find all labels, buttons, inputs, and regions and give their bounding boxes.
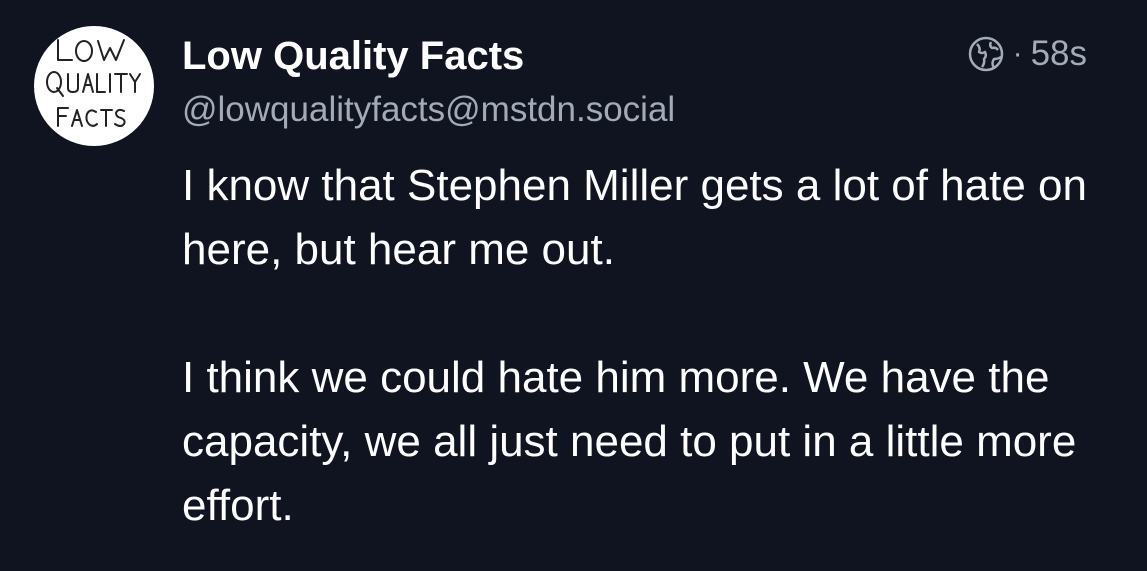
globe-icon <box>967 35 1005 73</box>
avatar[interactable] <box>34 26 154 146</box>
author-display-name[interactable]: Low Quality Facts <box>182 32 524 80</box>
meta-separator: · <box>1012 37 1023 70</box>
post-meta: · 58s <box>967 32 1087 76</box>
avatar-logo <box>46 39 141 127</box>
post-paragraph: I know that Stephen Miller gets a lot of… <box>182 161 1087 274</box>
author-handle[interactable]: @lowqualityfacts@mstdn.social <box>182 88 675 132</box>
post-timestamp[interactable]: 58s <box>1031 32 1087 76</box>
post: Low Quality Facts @lowqualityfacts@mstdn… <box>0 0 1147 571</box>
post-paragraph: I think we could hate him more. We have … <box>182 353 1077 530</box>
post-content: I know that Stephen Miller gets a lot of… <box>182 154 1102 538</box>
